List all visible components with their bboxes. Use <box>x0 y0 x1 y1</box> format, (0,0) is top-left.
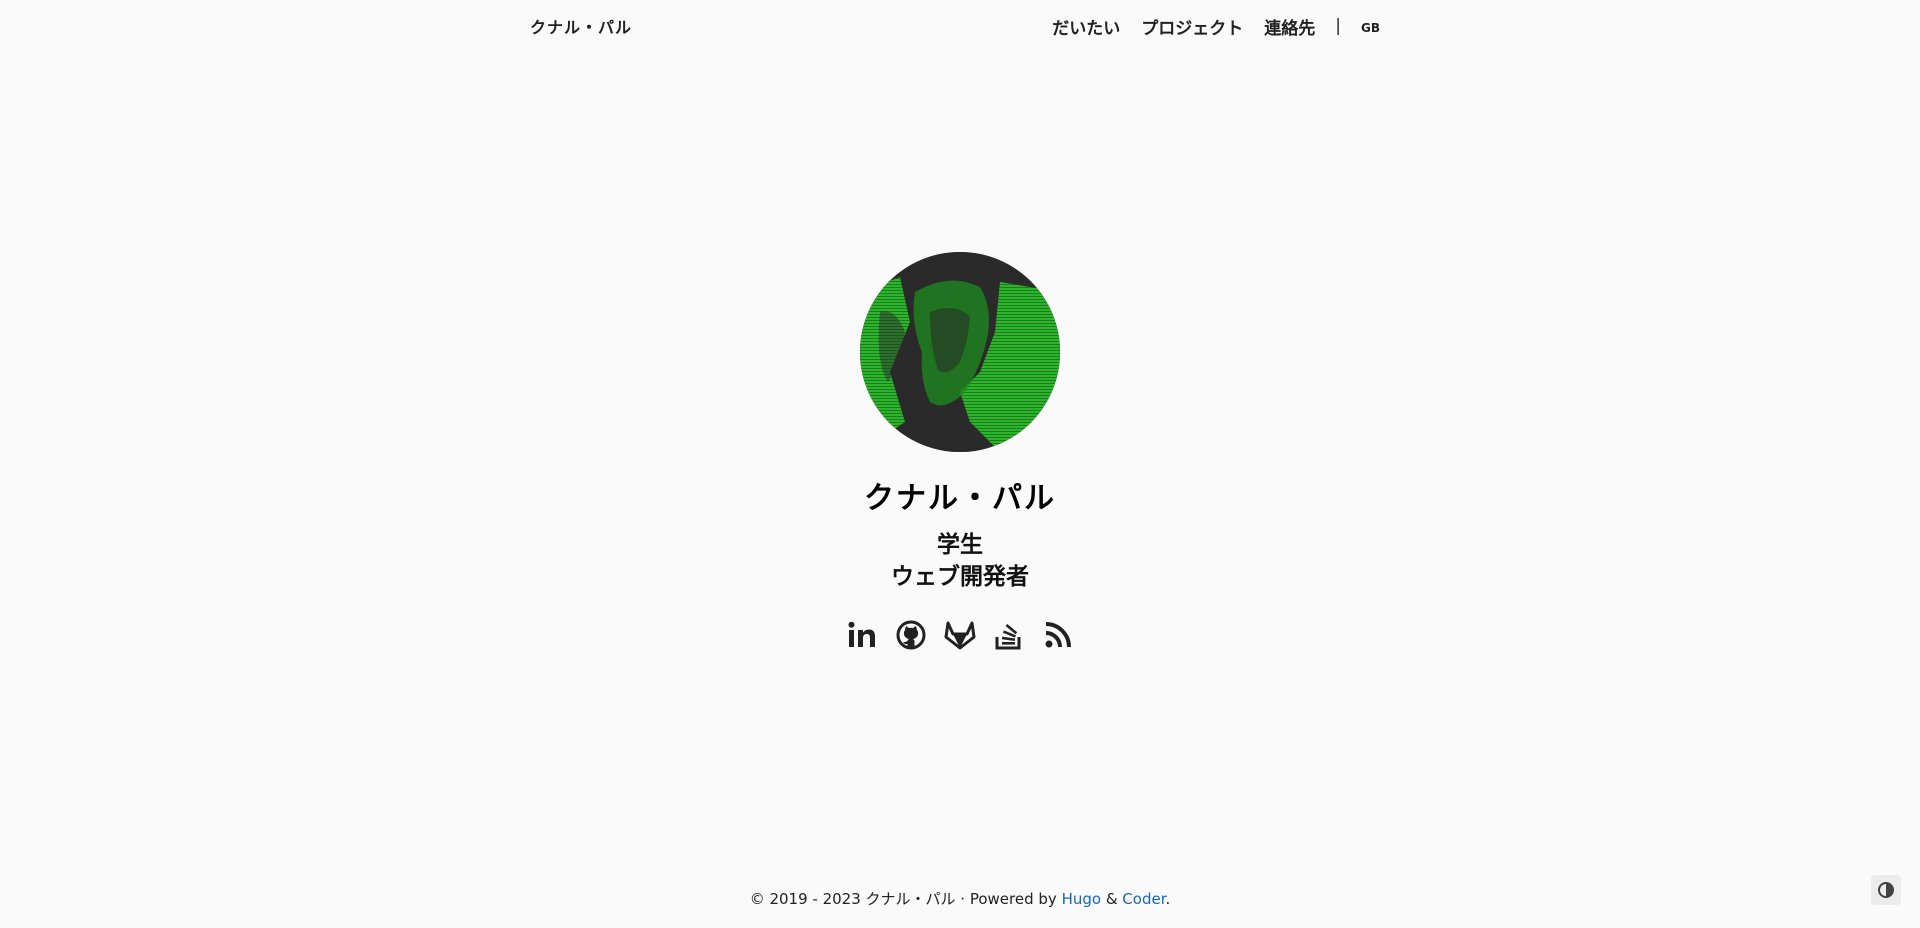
linkedin-link[interactable] <box>846 619 878 651</box>
tagline-line-1: 学生 <box>937 532 983 558</box>
contrast-icon <box>1878 882 1894 898</box>
site-brand[interactable]: クナル・パル <box>530 14 632 38</box>
nav-item-projects[interactable]: プロジェクト <box>1141 14 1243 39</box>
footer-copyright: © 2019 - 2023 クナル・パル · Powered by <box>749 890 1062 908</box>
footer-end: . <box>1165 890 1171 908</box>
theme-toggle-button[interactable] <box>1871 875 1901 905</box>
tagline-line-2: ウェブ開発者 <box>891 564 1029 590</box>
rss-icon <box>1045 622 1071 648</box>
hugo-link[interactable]: Hugo <box>1062 890 1102 908</box>
navbar: クナル・パル だいたい プロジェクト 連絡先 | GB <box>530 0 1380 52</box>
profile-tagline: 学生 ウェブ開発者 <box>891 529 1029 593</box>
github-icon <box>896 620 926 650</box>
github-link[interactable] <box>895 619 927 651</box>
nav-item-contact[interactable]: 連絡先 <box>1264 14 1315 39</box>
nav-item-about[interactable]: だいたい <box>1052 14 1120 39</box>
nav-separator: | <box>1335 16 1341 36</box>
linkedin-icon <box>848 621 875 647</box>
footer: © 2019 - 2023 クナル・パル · Powered by Hugo &… <box>0 888 1920 909</box>
profile-name: クナル・パル <box>864 481 1056 516</box>
gitlab-link[interactable] <box>944 619 976 651</box>
stackoverflow-link[interactable] <box>993 619 1025 651</box>
page: クナル・パル だいたい プロジェクト 連絡先 | GB クナル・パル 学生 ウェ… <box>0 0 1920 928</box>
social-links <box>846 619 1074 651</box>
nav-menu: だいたい プロジェクト 連絡先 | GB <box>1031 14 1380 39</box>
footer-amp: & <box>1101 890 1123 908</box>
avatar <box>860 252 1060 452</box>
rss-link[interactable] <box>1042 619 1074 651</box>
gitlab-icon <box>944 621 976 650</box>
stackoverflow-icon <box>995 623 1021 650</box>
coder-link[interactable]: Coder <box>1122 890 1165 908</box>
main-content: クナル・パル 学生 ウェブ開発者 <box>0 252 1920 651</box>
language-switcher[interactable]: GB <box>1361 21 1380 35</box>
avatar-image <box>860 252 1060 452</box>
